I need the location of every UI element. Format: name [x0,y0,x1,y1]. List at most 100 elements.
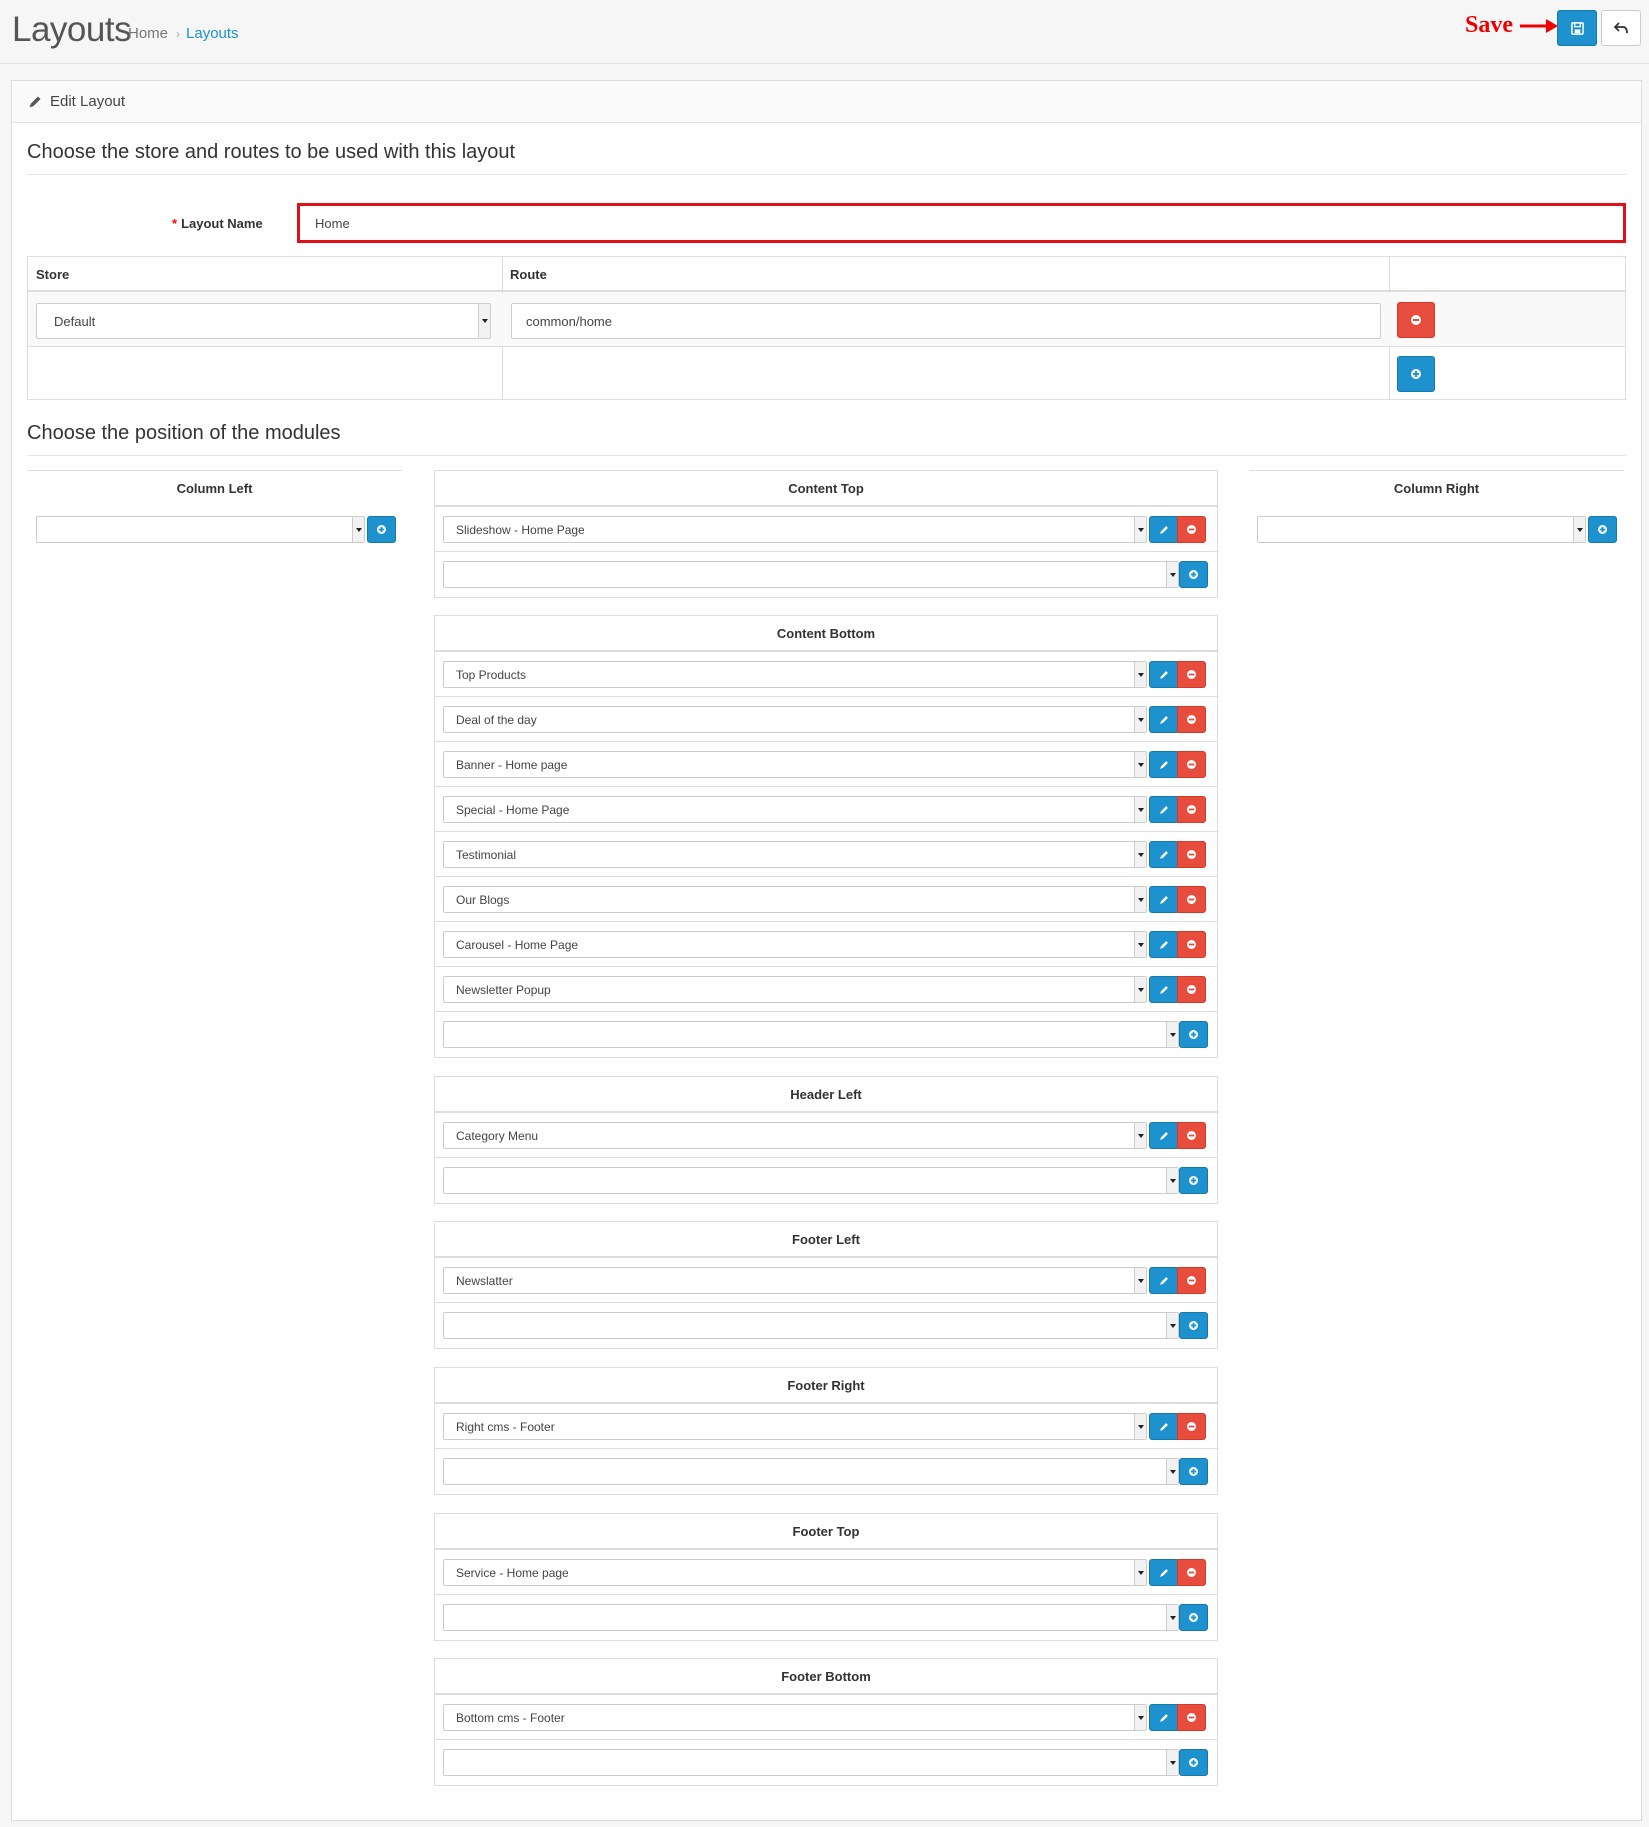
column-left-add-button[interactable] [367,516,396,543]
minus-circle-icon [1187,850,1196,859]
module-select[interactable]: Right cms - Footer [443,1413,1147,1440]
remove-module-button[interactable] [1177,1559,1206,1586]
chevron-down-icon [1134,977,1146,1002]
column-right: Column Right [1249,470,1624,543]
add-module-button[interactable] [1179,1604,1208,1631]
edit-module-button[interactable] [1149,796,1178,823]
column-left-module-select[interactable] [36,516,365,543]
pencil-icon [1159,715,1168,724]
edit-module-button[interactable] [1149,516,1178,543]
edit-module-button[interactable] [1149,661,1178,688]
edit-module-button[interactable] [1149,1413,1178,1440]
module-select-value: Newslatter [456,1273,513,1288]
new-module-select[interactable] [443,561,1179,588]
add-module-button[interactable] [1179,1458,1208,1485]
module-select[interactable]: Category Menu [443,1122,1147,1149]
edit-module-button[interactable] [1149,1122,1178,1149]
new-module-select[interactable] [443,1604,1179,1631]
minus-circle-icon [1411,315,1421,325]
remove-module-button[interactable] [1177,706,1206,733]
remove-module-button[interactable] [1177,976,1206,1003]
remove-module-button[interactable] [1177,661,1206,688]
add-module-button[interactable] [1179,1749,1208,1776]
new-module-select[interactable] [443,1021,1179,1048]
module-select[interactable]: Deal of the day [443,706,1147,733]
route-input[interactable]: common/home [511,303,1381,339]
remove-module-button[interactable] [1177,1122,1206,1149]
route-column-header: Route [510,267,547,282]
edit-module-button[interactable] [1149,886,1178,913]
edit-module-button[interactable] [1149,1267,1178,1294]
chevron-down-icon [1166,562,1178,587]
edit-module-button[interactable] [1149,931,1178,958]
remove-module-button[interactable] [1177,516,1206,543]
module-select-value: Banner - Home page [456,757,568,772]
chevron-down-icon [1134,932,1146,957]
module-select[interactable]: Newsletter Popup [443,976,1147,1003]
module-select[interactable]: Testimonial [443,841,1147,868]
remove-module-button[interactable] [1177,931,1206,958]
plus-circle-icon [1189,1758,1198,1767]
minus-circle-icon [1187,1713,1196,1722]
minus-circle-icon [1187,1276,1196,1285]
back-button[interactable] [1601,10,1641,46]
save-button[interactable] [1557,10,1597,46]
add-module-button[interactable] [1179,1021,1208,1048]
add-route-button[interactable] [1397,356,1435,392]
edit-module-button[interactable] [1149,1559,1178,1586]
footer-right-module-box: Footer Right Right cms - Footer [434,1367,1218,1495]
store-select[interactable]: Default [36,303,491,339]
module-select[interactable]: Banner - Home page [443,751,1147,778]
remove-module-button[interactable] [1177,1704,1206,1731]
layout-name-input[interactable] [297,203,1626,243]
footer-bottom-title: Footer Bottom [435,1659,1217,1695]
module-select-value: Slideshow - Home Page [456,522,585,537]
chevron-down-icon [1134,1268,1146,1293]
module-select-value: Testimonial [456,847,517,862]
remove-route-button[interactable] [1397,302,1435,338]
pencil-icon [1159,850,1168,859]
minus-circle-icon [1187,1568,1196,1577]
module-row: Special - Home Page [435,787,1217,832]
column-right-add-button[interactable] [1588,516,1617,543]
footer-left-title: Footer Left [435,1222,1217,1258]
breadcrumb-home-link[interactable]: Home [128,25,168,42]
new-module-select[interactable] [443,1167,1179,1194]
edit-module-button[interactable] [1149,976,1178,1003]
edit-module-button[interactable] [1149,706,1178,733]
module-select[interactable]: Service - Home page [443,1559,1147,1586]
pencil-icon [1159,670,1168,679]
new-module-select[interactable] [443,1312,1179,1339]
module-select[interactable]: Our Blogs [443,886,1147,913]
module-select[interactable]: Bottom cms - Footer [443,1704,1147,1731]
module-select-value: Bottom cms - Footer [456,1710,565,1725]
remove-module-button[interactable] [1177,1267,1206,1294]
edit-module-button[interactable] [1149,751,1178,778]
module-select[interactable]: Carousel - Home Page [443,931,1147,958]
module-add-row [435,1595,1217,1640]
remove-module-button[interactable] [1177,841,1206,868]
chevron-down-icon [352,517,364,542]
remove-module-button[interactable] [1177,751,1206,778]
remove-module-button[interactable] [1177,796,1206,823]
required-marker: * [172,216,178,231]
edit-module-button[interactable] [1149,1704,1178,1731]
remove-module-button[interactable] [1177,886,1206,913]
module-select[interactable]: Newslatter [443,1267,1147,1294]
plus-circle-icon [1598,525,1607,534]
column-right-module-select[interactable] [1257,516,1586,543]
new-module-select[interactable] [443,1749,1179,1776]
remove-module-button[interactable] [1177,1413,1206,1440]
module-select[interactable]: Special - Home Page [443,796,1147,823]
add-module-button[interactable] [1179,1167,1208,1194]
new-module-select[interactable] [443,1458,1179,1485]
module-select[interactable]: Slideshow - Home Page [443,516,1147,543]
edit-module-button[interactable] [1149,841,1178,868]
edit-layout-panel: Edit Layout Choose the store and routes … [11,80,1642,1821]
module-select[interactable]: Top Products [443,661,1147,688]
add-module-button[interactable] [1179,1312,1208,1339]
column-left: Column Left [27,470,402,543]
add-module-button[interactable] [1179,561,1208,588]
chevron-down-icon [1134,887,1146,912]
breadcrumb-layouts-link[interactable]: Layouts [186,25,239,42]
